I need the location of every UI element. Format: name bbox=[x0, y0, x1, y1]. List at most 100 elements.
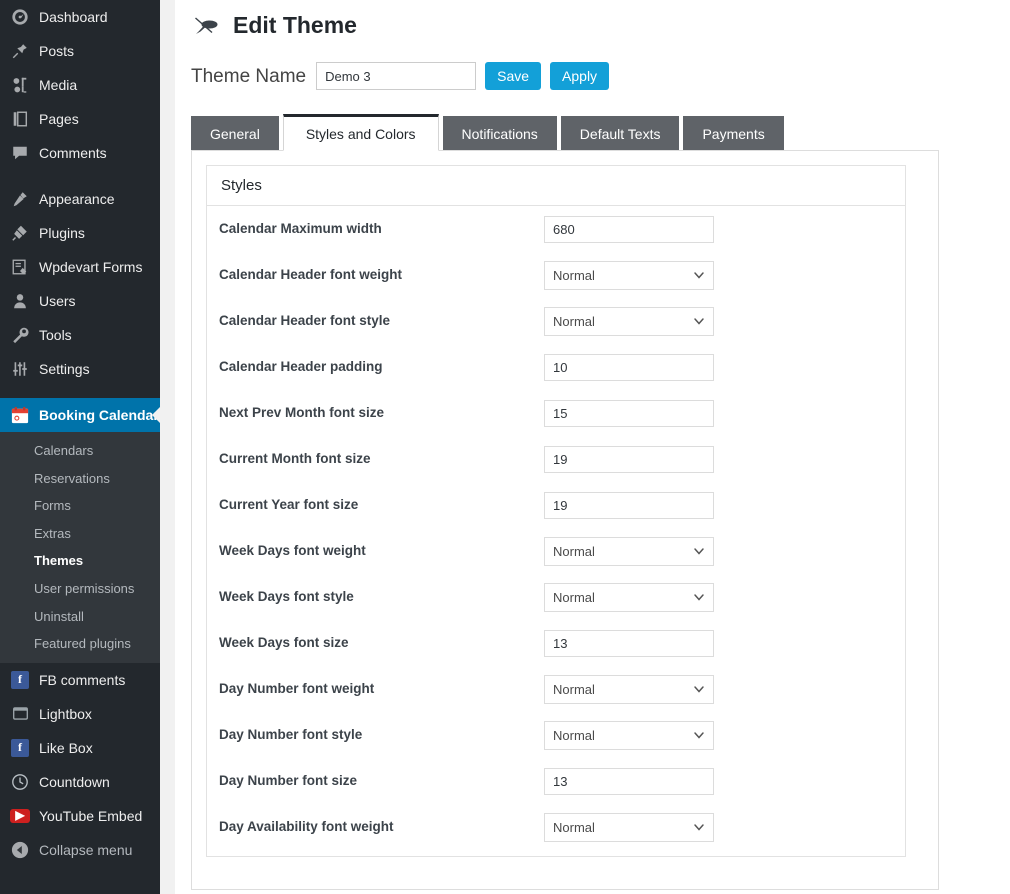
sidebar-item-label: Posts bbox=[39, 44, 74, 58]
next-prev-month-font-size-input[interactable] bbox=[544, 400, 714, 427]
sidebar-item-lightbox[interactable]: Lightbox bbox=[0, 697, 160, 731]
tab-payments[interactable]: Payments bbox=[683, 116, 783, 150]
calendar-header-font-style-select[interactable]: Normal bbox=[544, 307, 714, 336]
sidebar-item-users[interactable]: Users bbox=[0, 284, 160, 318]
sidebar-item-label: Appearance bbox=[39, 192, 115, 206]
brush-icon bbox=[10, 189, 30, 209]
sidebar-item-appearance[interactable]: Appearance bbox=[0, 182, 160, 216]
calendar-header-padding-input[interactable] bbox=[544, 354, 714, 381]
sidebar-item-dashboard[interactable]: Dashboard bbox=[0, 0, 160, 34]
sidebar-subitem-featured-plugins[interactable]: Featured plugins bbox=[0, 630, 160, 658]
form-row: Calendar Header padding bbox=[207, 344, 905, 390]
sidebar-item-plugins[interactable]: Plugins bbox=[0, 216, 160, 250]
sidebar-divider-2 bbox=[0, 386, 160, 398]
admin-page: Dashboard Posts Media Pages Comments Appeara… bbox=[0, 0, 1010, 894]
tab-notifications[interactable]: Notifications bbox=[443, 116, 557, 150]
week-days-font-size-input[interactable] bbox=[544, 630, 714, 657]
save-button[interactable]: Save bbox=[485, 62, 541, 90]
sidebar-subitem-uninstall[interactable]: Uninstall bbox=[0, 603, 160, 631]
field-label: Day Number font weight bbox=[219, 680, 544, 698]
tab-default-texts[interactable]: Default Texts bbox=[561, 116, 680, 150]
sidebar-item-label: YouTube Embed bbox=[39, 809, 142, 823]
chevron-down-icon bbox=[693, 545, 705, 557]
sidebar-item-label: FB comments bbox=[39, 673, 125, 687]
calendar-maximum-width-input[interactable] bbox=[544, 216, 714, 243]
theme-name-input[interactable] bbox=[316, 62, 476, 90]
sidebar-item-label: Lightbox bbox=[39, 707, 92, 721]
plug-icon bbox=[10, 223, 30, 243]
sidebar-item-label: Wpdevart Forms bbox=[39, 260, 142, 274]
sidebar-item-label: Pages bbox=[39, 112, 79, 126]
sidebar-subitem-calendars[interactable]: Calendars bbox=[0, 437, 160, 465]
field-label: Calendar Header padding bbox=[219, 358, 544, 376]
pin-icon bbox=[10, 41, 30, 61]
theme-name-row: Theme Name Save Apply bbox=[191, 60, 1010, 92]
sidebar-item-tools[interactable]: Tools bbox=[0, 318, 160, 352]
sidebar-subitem-forms[interactable]: Forms bbox=[0, 492, 160, 520]
current-month-font-size-input[interactable] bbox=[544, 446, 714, 473]
user-icon bbox=[10, 291, 30, 311]
sidebar-subitem-extras[interactable]: Extras bbox=[0, 520, 160, 548]
sidebar-submenu: CalendarsReservationsFormsExtrasThemesUs… bbox=[0, 432, 160, 663]
field-wrapper: Normal bbox=[544, 813, 893, 842]
field-label: Day Number font size bbox=[219, 772, 544, 790]
collapse-arrow-icon bbox=[10, 840, 30, 860]
sidebar-item-youtube-embed[interactable]: ▶ YouTube Embed bbox=[0, 799, 160, 833]
chevron-down-icon bbox=[693, 683, 705, 695]
sidebar-item-like-box[interactable]: fLike Box bbox=[0, 731, 160, 765]
current-year-font-size-input[interactable] bbox=[544, 492, 714, 519]
edit-theme-icon bbox=[191, 11, 221, 41]
day-number-font-weight-select[interactable]: Normal bbox=[544, 675, 714, 704]
sidebar-item-posts[interactable]: Posts bbox=[0, 34, 160, 68]
field-label: Next Prev Month font size bbox=[219, 404, 544, 422]
field-label: Calendar Header font weight bbox=[219, 266, 544, 284]
week-days-font-style-select[interactable]: Normal bbox=[544, 583, 714, 612]
sidebar-plugins-group: fFB comments Lightbox fLike BoxCountdown ▶ Y… bbox=[0, 663, 160, 833]
sidebar-item-booking-calendar[interactable]: Booking Calendar bbox=[0, 398, 160, 432]
sidebar-gutter bbox=[160, 0, 175, 894]
chevron-down-icon bbox=[693, 729, 705, 741]
sidebar-item-label: Media bbox=[39, 78, 77, 92]
settings-panel: Styles Calendar Maximum widthCalendar He… bbox=[191, 150, 939, 890]
page-title: Edit Theme bbox=[233, 11, 357, 41]
field-wrapper: Normal bbox=[544, 675, 893, 704]
select-value: Normal bbox=[553, 821, 689, 834]
tab-styles-and-colors[interactable]: Styles and Colors bbox=[283, 114, 439, 151]
select-value: Normal bbox=[553, 315, 689, 328]
sidebar-item-label: Comments bbox=[39, 146, 107, 160]
apply-button[interactable]: Apply bbox=[550, 62, 609, 90]
form-row: Calendar Header font weightNormal bbox=[207, 252, 905, 298]
sidebar-item-label: Like Box bbox=[39, 741, 93, 755]
day-availability-font-weight-select[interactable]: Normal bbox=[544, 813, 714, 842]
styles-box: Styles Calendar Maximum widthCalendar He… bbox=[206, 165, 906, 857]
sidebar-item-media[interactable]: Media bbox=[0, 68, 160, 102]
tab-general[interactable]: General bbox=[191, 116, 279, 150]
sidebar-main-group: Dashboard Posts Media Pages Comments bbox=[0, 0, 160, 170]
sidebar-item-fb-comments[interactable]: fFB comments bbox=[0, 663, 160, 697]
day-number-font-style-select[interactable]: Normal bbox=[544, 721, 714, 750]
sidebar-subitem-themes[interactable]: Themes bbox=[0, 547, 160, 575]
form-row: Day Number font styleNormal bbox=[207, 712, 905, 758]
sidebar-item-pages[interactable]: Pages bbox=[0, 102, 160, 136]
field-wrapper: Normal bbox=[544, 307, 893, 336]
sidebar-item-wpdevart-forms[interactable]: Wpdevart Forms bbox=[0, 250, 160, 284]
sidebar-item-settings[interactable]: Settings bbox=[0, 352, 160, 386]
chevron-down-icon bbox=[693, 269, 705, 281]
sidebar-subitem-reservations[interactable]: Reservations bbox=[0, 465, 160, 493]
field-label: Week Days font weight bbox=[219, 542, 544, 560]
sidebar-item-countdown[interactable]: Countdown bbox=[0, 765, 160, 799]
sidebar-item-collapse-menu[interactable]: Collapse menu bbox=[0, 833, 160, 867]
field-wrapper: Normal bbox=[544, 261, 893, 290]
youtube-icon: ▶ bbox=[10, 806, 30, 826]
sidebar-item-comments[interactable]: Comments bbox=[0, 136, 160, 170]
styles-rows: Calendar Maximum widthCalendar Header fo… bbox=[207, 206, 905, 856]
select-value: Normal bbox=[553, 683, 689, 696]
sidebar-subitem-user-permissions[interactable]: User permissions bbox=[0, 575, 160, 603]
lightbox-icon bbox=[10, 704, 30, 724]
field-label: Week Days font style bbox=[219, 588, 544, 606]
field-wrapper bbox=[544, 354, 893, 381]
calendar-header-font-weight-select[interactable]: Normal bbox=[544, 261, 714, 290]
day-number-font-size-input[interactable] bbox=[544, 768, 714, 795]
field-label: Week Days font size bbox=[219, 634, 544, 652]
week-days-font-weight-select[interactable]: Normal bbox=[544, 537, 714, 566]
